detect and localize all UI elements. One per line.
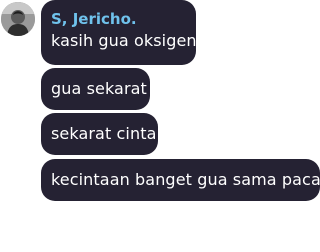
message-bubble[interactable]: sekarat cinta — [41, 113, 158, 155]
user-avatar-icon — [1, 2, 35, 36]
sender-name[interactable]: S, Jericho. — [51, 9, 186, 29]
message-bubble[interactable]: kecintaan banget gua sama pacar — [41, 159, 320, 201]
avatar[interactable] — [1, 2, 35, 36]
message-text: gua sekarat — [51, 79, 147, 98]
message-text: kasih gua oksigen — [51, 31, 197, 50]
message-bubble[interactable]: gua sekarat — [41, 68, 150, 110]
message-bubble[interactable]: S, Jericho. kasih gua oksigen — [41, 0, 197, 65]
message-text: kecintaan banget gua sama pacar — [51, 170, 320, 189]
message-text: sekarat cinta — [51, 124, 157, 143]
